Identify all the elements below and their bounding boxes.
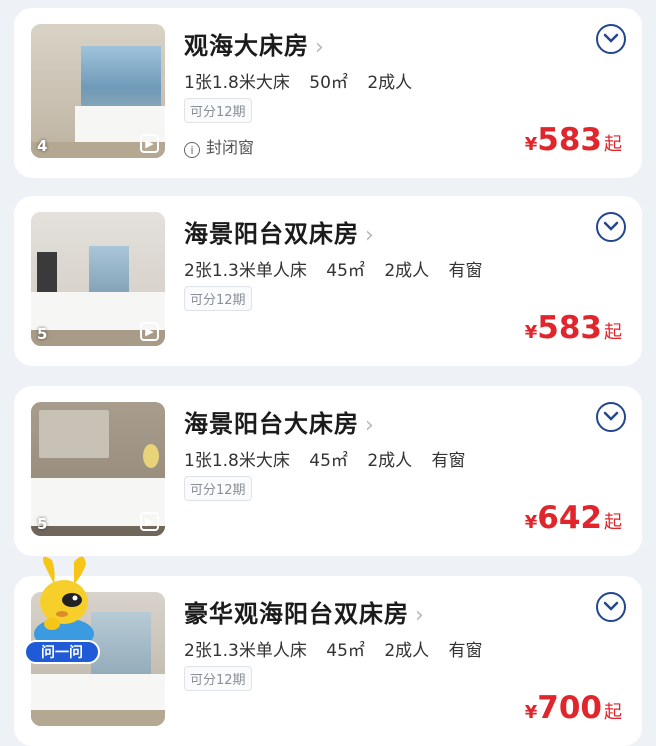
- occupancy-spec: 2成人: [384, 641, 430, 661]
- room-photo[interactable]: 4 ▶: [31, 24, 165, 158]
- room-card[interactable]: 5 ▶ 海景阳台大床房 › 1张1.8米大床 45㎡ 2成人 有窗 可分12期 ¥…: [14, 386, 642, 556]
- window-note: i 封闭窗: [184, 134, 254, 158]
- room-specs: 1张1.8米大床 45㎡ 2成人 有窗: [184, 446, 480, 471]
- photo-count: 4: [37, 137, 48, 155]
- price-value: 642: [537, 500, 602, 536]
- room-title[interactable]: 观海大床房 ›: [184, 26, 325, 61]
- chevron-right-icon: ›: [365, 413, 375, 438]
- photo-count: 5: [37, 515, 48, 533]
- price-value: 583: [537, 310, 602, 346]
- room-specs: 2张1.3米单人床 45㎡ 2成人 有窗: [184, 256, 497, 281]
- bed-spec: 1张1.8米大床: [184, 73, 290, 93]
- chevron-right-icon: ›: [415, 603, 425, 628]
- room-card[interactable]: 豪华观海阳台双床房 › 2张1.3米单人床 45㎡ 2成人 有窗 可分12期 ¥7…: [14, 576, 642, 746]
- price-suffix: 起: [604, 702, 622, 723]
- installment-badge: 可分12期: [184, 286, 252, 311]
- chevron-down-circle-icon[interactable]: [596, 592, 626, 622]
- occupancy-spec: 2成人: [367, 73, 413, 93]
- bed-spec: 2张1.3米单人床: [184, 261, 307, 281]
- price-suffix: 起: [604, 322, 622, 343]
- room-name: 豪华观海阳台双床房: [184, 600, 409, 628]
- area-spec: 45㎡: [309, 451, 348, 471]
- room-title[interactable]: 海景阳台双床房 ›: [184, 214, 375, 249]
- vr-tour-icon[interactable]: ▶: [140, 134, 159, 153]
- room-title[interactable]: 海景阳台大床房 ›: [184, 404, 375, 439]
- vr-tour-icon[interactable]: ▶: [140, 322, 159, 341]
- chevron-right-icon: ›: [365, 223, 375, 248]
- bed-spec: 1张1.8米大床: [184, 451, 290, 471]
- room-price[interactable]: ¥583 起: [525, 310, 622, 346]
- room-name: 海景阳台双床房: [184, 220, 359, 248]
- occupancy-spec: 2成人: [367, 451, 413, 471]
- occupancy-spec: 2成人: [384, 261, 430, 281]
- installment-badge: 可分12期: [184, 476, 252, 501]
- window-spec: 有窗: [448, 641, 483, 661]
- room-card[interactable]: 4 ▶ 观海大床房 › 1张1.8米大床 50㎡ 2成人 可分12期 i 封闭窗 ¥…: [14, 8, 642, 178]
- price-suffix: 起: [604, 134, 622, 155]
- room-card[interactable]: 5 ▶ 海景阳台双床房 › 2张1.3米单人床 45㎡ 2成人 有窗 可分12期 …: [14, 196, 642, 366]
- currency-symbol: ¥: [524, 512, 538, 533]
- price-suffix: 起: [604, 512, 622, 533]
- area-spec: 45㎡: [326, 641, 365, 661]
- currency-symbol: ¥: [524, 702, 538, 723]
- window-note-text: 封闭窗: [206, 138, 255, 157]
- vr-tour-icon[interactable]: ▶: [140, 512, 159, 531]
- room-name: 观海大床房: [184, 32, 309, 60]
- price-value: 583: [537, 122, 602, 158]
- window-spec: 有窗: [431, 451, 466, 471]
- chevron-down-circle-icon[interactable]: [596, 24, 626, 54]
- room-specs: 2张1.3米单人床 45㎡ 2成人 有窗: [184, 636, 497, 661]
- bed-spec: 2张1.3米单人床: [184, 641, 307, 661]
- price-value: 700: [537, 690, 602, 726]
- room-photo[interactable]: 5 ▶: [31, 402, 165, 536]
- chevron-right-icon: ›: [315, 35, 325, 60]
- currency-symbol: ¥: [524, 134, 538, 155]
- info-icon[interactable]: i: [184, 142, 200, 158]
- installment-badge: 可分12期: [184, 666, 252, 691]
- room-price[interactable]: ¥700 起: [525, 690, 622, 726]
- room-name: 海景阳台大床房: [184, 410, 359, 438]
- area-spec: 45㎡: [326, 261, 365, 281]
- installment-badge: 可分12期: [184, 98, 252, 123]
- currency-symbol: ¥: [524, 322, 538, 343]
- photo-count: 5: [37, 325, 48, 343]
- chevron-down-circle-icon[interactable]: [596, 402, 626, 432]
- area-spec: 50㎡: [309, 73, 348, 93]
- room-price[interactable]: ¥583 起: [525, 122, 622, 158]
- room-title[interactable]: 豪华观海阳台双床房 ›: [184, 594, 425, 629]
- room-photo[interactable]: 5 ▶: [31, 212, 165, 346]
- chevron-down-circle-icon[interactable]: [596, 212, 626, 242]
- window-spec: 有窗: [448, 261, 483, 281]
- room-specs: 1张1.8米大床 50㎡ 2成人: [184, 68, 426, 93]
- ask-assistant-button[interactable]: 问一问: [24, 640, 100, 664]
- room-price[interactable]: ¥642 起: [525, 500, 622, 536]
